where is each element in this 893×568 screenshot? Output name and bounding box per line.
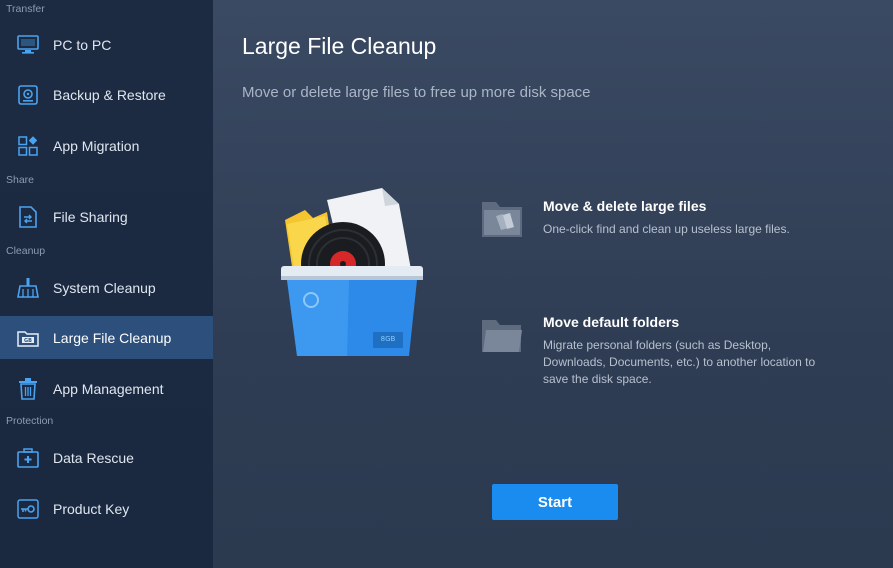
sidebar-item-label: Large File Cleanup	[53, 329, 172, 346]
sidebar-item-backup-restore[interactable]: Backup & Restore	[0, 73, 213, 116]
feature-description: Migrate personal folders (such as Deskto…	[543, 338, 816, 386]
sidebar-item-label: Backup & Restore	[53, 86, 166, 103]
feature-title: Move & delete large files	[543, 198, 707, 214]
gb-drive-icon: GB	[17, 327, 39, 349]
apps-grid-icon	[17, 135, 39, 157]
start-button[interactable]: Start	[492, 484, 618, 520]
sidebar-item-large-file-cleanup[interactable]: GB Large File Cleanup	[0, 316, 213, 359]
feature-description: One-click find and clean up useless larg…	[543, 222, 790, 236]
section-label-share: Share	[6, 174, 35, 186]
sidebar-item-label: PC to PC	[53, 36, 112, 53]
sidebar-item-data-rescue[interactable]: Data Rescue	[0, 436, 213, 479]
rescue-box-icon	[17, 447, 39, 469]
page-subtitle: Move or delete large files to free up mo…	[242, 84, 591, 101]
sidebar-item-label: Product Key	[53, 500, 130, 517]
sidebar-item-label: System Cleanup	[53, 279, 156, 296]
sidebar-item-label: Data Rescue	[53, 449, 134, 466]
sidebar-item-system-cleanup[interactable]: System Cleanup	[0, 266, 213, 309]
backup-icon	[17, 84, 39, 106]
main-panel: Large File Cleanup Move or delete large …	[213, 0, 893, 568]
sidebar-item-label: App Migration	[53, 137, 140, 154]
key-icon	[17, 498, 39, 520]
trash-icon	[17, 377, 39, 400]
sidebar-item-label: App Management	[53, 380, 164, 397]
folder-files-icon	[481, 198, 523, 238]
sidebar-item-pc-to-pc[interactable]: PC to PC	[0, 23, 213, 66]
sidebar-item-label: File Sharing	[53, 208, 128, 225]
svg-text:GB: GB	[24, 338, 32, 344]
sidebar: Transfer PC to PC Backup & Restore App M…	[0, 0, 213, 568]
sidebar-item-app-migration[interactable]: App Migration	[0, 124, 213, 167]
section-label-protection: Protection	[6, 415, 54, 427]
section-label-cleanup: Cleanup	[6, 245, 46, 257]
file-share-icon	[17, 205, 39, 228]
section-label-transfer: Transfer	[6, 3, 45, 15]
sidebar-item-app-management[interactable]: App Management	[0, 367, 213, 410]
illustration-badge: 8GB	[380, 335, 396, 343]
large-file-bin-illustration: 8GB	[277, 180, 427, 360]
broom-icon	[17, 277, 39, 299]
monitor-icon	[17, 34, 39, 56]
sidebar-item-file-sharing[interactable]: File Sharing	[0, 195, 213, 238]
open-folder-icon	[481, 314, 523, 354]
page-title: Large File Cleanup	[242, 33, 437, 59]
feature-title: Move default folders	[543, 314, 680, 330]
sidebar-item-product-key[interactable]: Product Key	[0, 487, 213, 530]
